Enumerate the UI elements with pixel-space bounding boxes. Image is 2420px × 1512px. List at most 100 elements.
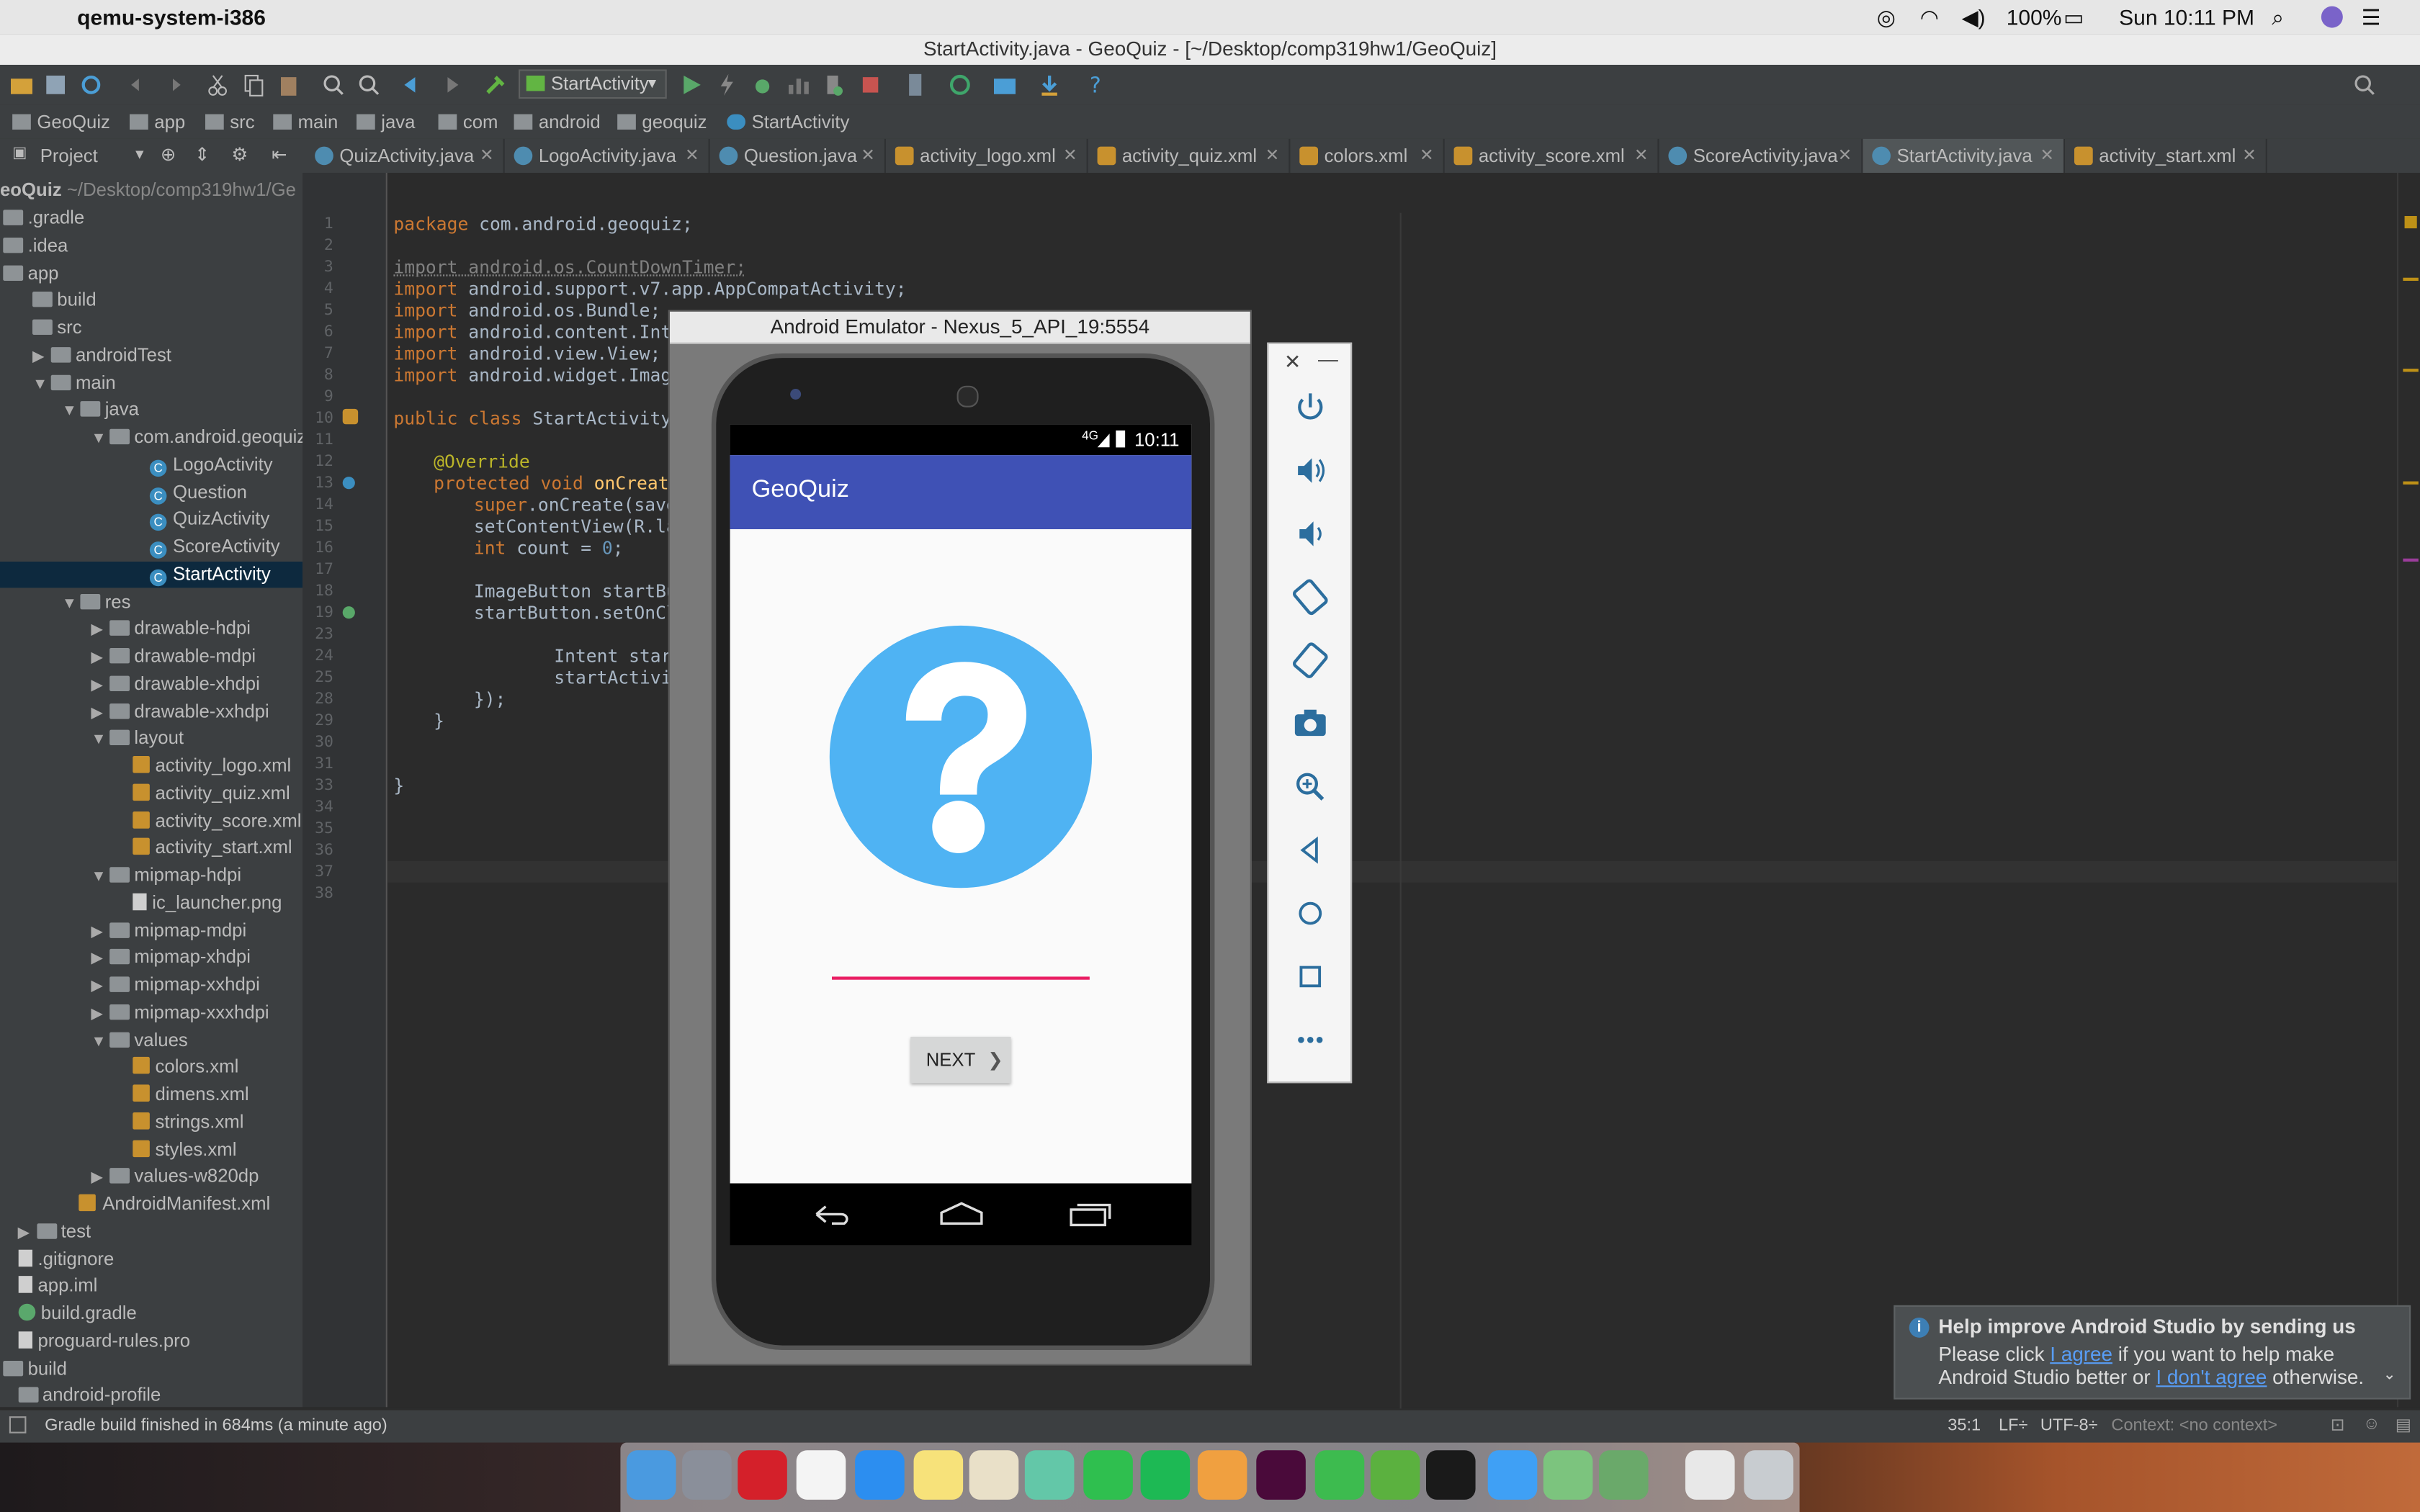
expand-down-icon[interactable]: ▼ — [91, 727, 109, 753]
expand-right-icon[interactable]: ▶ — [91, 1165, 109, 1191]
finder-icon[interactable] — [627, 1450, 676, 1500]
messages-icon[interactable] — [1487, 1450, 1538, 1500]
zoom-icon[interactable] — [1290, 767, 1330, 807]
lock-icon[interactable]: ⊡ — [2331, 1415, 2345, 1435]
event-log-icon[interactable]: ▤ — [2396, 1415, 2411, 1435]
expand-down-icon[interactable]: ▼ — [32, 371, 51, 397]
inspector-icon[interactable]: ☺ — [2363, 1415, 2380, 1434]
forward-nav-icon[interactable] — [436, 73, 461, 97]
status-message[interactable]: Gradle build finished in 684ms (a minute… — [45, 1416, 387, 1435]
creative-cloud-icon[interactable]: ◎ — [1877, 4, 1896, 30]
disagree-link[interactable]: I don't agree — [2156, 1365, 2267, 1388]
analysis-status-icon[interactable] — [2404, 216, 2417, 229]
tool-windows-icon[interactable] — [9, 1416, 27, 1434]
nav-home-icon[interactable] — [938, 1199, 985, 1230]
run-icon[interactable] — [679, 73, 704, 97]
context-indicator[interactable]: Context: <no context> — [2111, 1416, 2277, 1435]
close-icon[interactable]: ✕ — [1838, 139, 1852, 173]
expand-right-icon[interactable]: ▶ — [91, 919, 109, 945]
expand-right-icon[interactable]: ▶ — [91, 618, 109, 644]
wifi-icon[interactable]: ◠ — [1920, 4, 1939, 30]
chevron-down-icon[interactable]: ▼ — [133, 147, 146, 162]
expand-right-icon[interactable]: ▶ — [18, 1220, 37, 1246]
emulator-window[interactable]: Android Emulator - Nexus_5_API_19:5554 4… — [668, 310, 1252, 1366]
safari-icon[interactable] — [855, 1450, 905, 1500]
back-icon[interactable] — [1290, 830, 1330, 870]
expand-right-icon[interactable]: ▶ — [91, 1001, 109, 1027]
breadcrumb-item[interactable]: android — [514, 111, 601, 132]
tab-quizactivity-java[interactable]: QuizActivity.java ✕ — [305, 138, 505, 173]
facetime-icon[interactable] — [1314, 1450, 1365, 1500]
siri-icon[interactable] — [2321, 6, 2343, 28]
apply-changes-icon[interactable] — [714, 73, 739, 97]
breadcrumb-item[interactable]: main — [273, 111, 338, 132]
nav-recents-icon[interactable] — [1067, 1199, 1113, 1230]
question-logo-icon[interactable] — [829, 625, 1093, 888]
override-marker-icon[interactable] — [342, 477, 355, 490]
close-icon[interactable]: ✕ — [1063, 139, 1077, 173]
close-icon[interactable]: ✕ — [685, 139, 699, 173]
android-studio-icon[interactable] — [1543, 1450, 1593, 1500]
evernote-icon[interactable] — [1370, 1450, 1420, 1500]
collapse-all-icon[interactable]: ⇕ — [194, 143, 210, 165]
tab-activity_start-xml[interactable]: activity_start.xml ✕ — [2065, 138, 2267, 173]
breadcrumb-item[interactable]: java — [356, 111, 415, 132]
search-everywhere-icon[interactable] — [2352, 73, 2377, 97]
file-encoding[interactable]: UTF-8÷ — [2040, 1416, 2098, 1435]
line-separator[interactable]: LF÷ — [1999, 1416, 2027, 1435]
project-view-select[interactable]: Project — [40, 145, 98, 166]
back-nav-icon[interactable] — [401, 73, 426, 97]
power-icon[interactable] — [1290, 387, 1330, 428]
notes-icon[interactable] — [913, 1450, 964, 1500]
open-folder-icon[interactable] — [9, 73, 34, 97]
avd-manager-icon[interactable] — [903, 73, 928, 97]
camera-icon[interactable] — [1290, 703, 1330, 744]
notification-balloon[interactable]: i Help improve Android Studio by sending… — [1894, 1305, 2411, 1400]
spotify-icon[interactable] — [1140, 1450, 1191, 1500]
adobe-xd-icon[interactable] — [1256, 1450, 1306, 1500]
textedit-icon[interactable] — [969, 1450, 1019, 1500]
stop-icon[interactable] — [858, 73, 882, 97]
error-marker[interactable] — [2403, 558, 2419, 562]
gear-icon[interactable]: ⚙ — [231, 143, 248, 165]
notification-center-icon[interactable]: ☰ — [2362, 4, 2381, 30]
nav-back-icon[interactable] — [810, 1199, 853, 1230]
expand-right-icon[interactable]: ▶ — [91, 645, 109, 671]
terminal-icon[interactable] — [1425, 1450, 1476, 1500]
debug-icon[interactable] — [750, 73, 774, 97]
cut-icon[interactable] — [205, 73, 230, 97]
sync-icon[interactable] — [79, 73, 103, 97]
project-structure-icon[interactable] — [992, 73, 1017, 97]
tab-activity_quiz-xml[interactable]: activity_quiz.xml ✕ — [1088, 138, 1291, 173]
spotlight-icon[interactable]: ⌕ — [2272, 4, 2284, 30]
home-icon[interactable] — [1290, 894, 1330, 934]
expand-right-icon[interactable]: ▶ — [32, 343, 51, 369]
warning-marker[interactable] — [2403, 369, 2419, 372]
close-icon[interactable]: ✕ — [2040, 139, 2054, 173]
whatsapp-icon[interactable] — [1083, 1450, 1133, 1500]
hide-panel-icon[interactable]: ⇤ — [272, 143, 287, 165]
override-marker-icon[interactable] — [342, 606, 355, 619]
volume-icon[interactable]: ◀) — [1962, 4, 1986, 30]
tab-logoactivity-java[interactable]: LogoActivity.java ✕ — [505, 138, 710, 173]
rotate-left-icon[interactable] — [1290, 577, 1330, 617]
device-screen[interactable]: 4G 10:11 GeoQuiz NEXT ❯ — [730, 424, 1192, 1184]
run-config-select[interactable]: StartActivity ▼ — [519, 69, 667, 99]
close-icon[interactable]: ✕ — [861, 139, 875, 173]
override-marker-icon[interactable] — [342, 408, 359, 425]
tab-scoreactivity-java[interactable]: ScoreActivity.java ✕ — [1659, 138, 1863, 173]
app-name[interactable]: qemu-system-i386 — [77, 4, 266, 29]
breadcrumb-item[interactable]: GeoQuiz — [12, 111, 110, 132]
battery-icon[interactable]: ▭ — [2063, 4, 2084, 30]
expand-down-icon[interactable]: ▼ — [91, 426, 109, 451]
expand-right-icon[interactable]: ▶ — [91, 946, 109, 972]
sdk-manager-icon[interactable] — [1037, 73, 1062, 97]
breadcrumb-item[interactable]: src — [205, 111, 255, 132]
attach-debugger-icon[interactable] — [821, 73, 846, 97]
next-button[interactable]: NEXT ❯ — [910, 1037, 1011, 1084]
replace-icon[interactable] — [357, 73, 381, 97]
find-icon[interactable] — [321, 73, 346, 97]
close-icon[interactable]: ✕ — [1634, 139, 1649, 173]
agree-link[interactable]: I agree — [2050, 1342, 2112, 1365]
close-icon[interactable]: ✕ — [2242, 139, 2257, 173]
